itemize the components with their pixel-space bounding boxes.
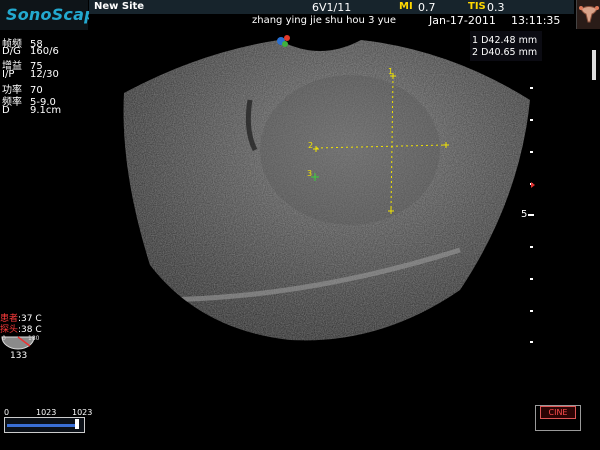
depth-tick (530, 119, 533, 121)
cine-button[interactable]: CINE (540, 406, 576, 419)
depth-tick (530, 310, 533, 312)
angle-min: 0 (2, 335, 6, 342)
grey-bar-max: 1023 (72, 408, 93, 417)
ultrasound-image[interactable]: 1 2 3 (0, 0, 600, 450)
grey-bar-track (7, 424, 79, 427)
depth-tick (530, 87, 533, 89)
depth-marker: 5 (521, 209, 528, 220)
depth-tick (530, 246, 533, 248)
caliper-label-3: 3 (307, 169, 312, 178)
depth-scale (528, 87, 534, 343)
gray-map-bar (592, 50, 596, 80)
grey-bar-min: 0 (4, 408, 10, 417)
probe-temperature: 探头:38 C (0, 322, 42, 335)
grey-bar-mid: 1023 (36, 408, 57, 417)
uterine-mass (260, 75, 440, 225)
depth-tick (530, 278, 533, 280)
caliper-label-2: 2 (308, 141, 313, 150)
grey-bar-handle[interactable] (75, 419, 79, 429)
angle-max: 180 (28, 335, 40, 342)
temp-label: 探头 (0, 325, 19, 335)
probe-angle-value: 133 (10, 351, 28, 361)
caliper-label-1: 1 (388, 67, 393, 76)
focus-marker-icon[interactable] (531, 182, 535, 188)
temp-value: :38 C (18, 325, 42, 335)
depth-tick (530, 341, 533, 343)
depth-tick (530, 151, 533, 153)
depth-tick-major (528, 214, 534, 216)
